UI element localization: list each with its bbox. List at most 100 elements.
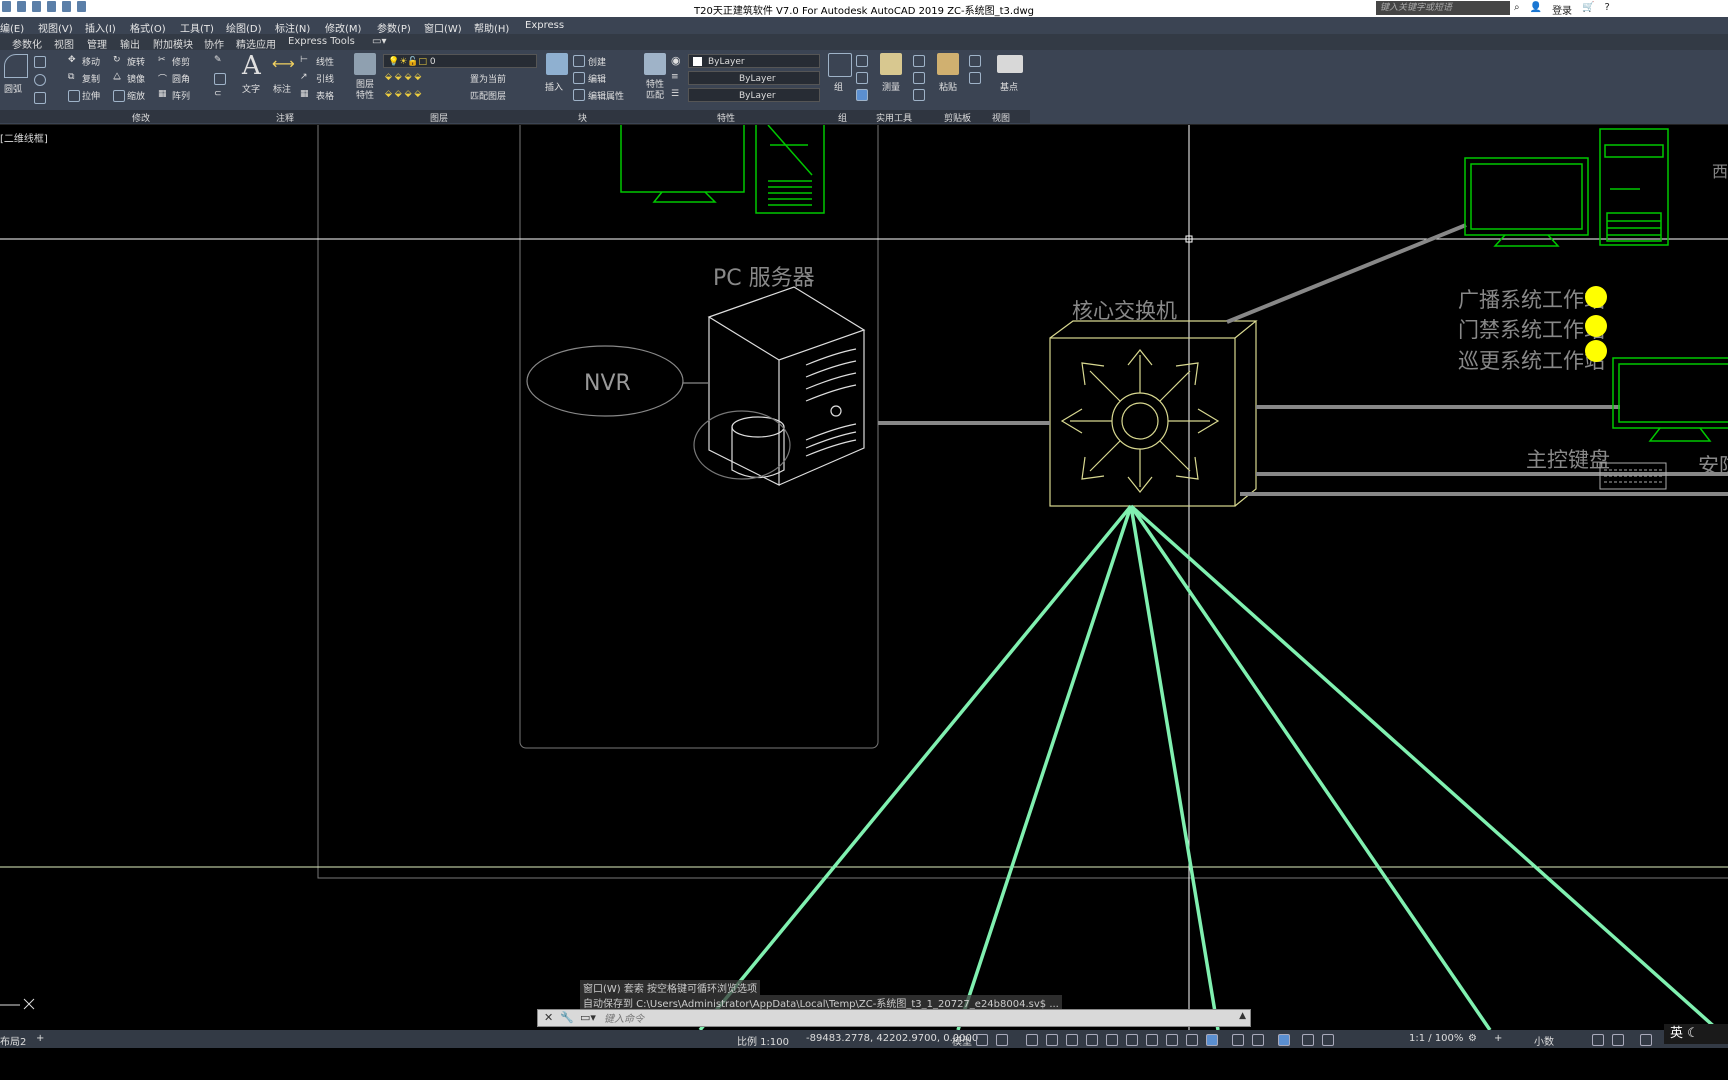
tab-parametric[interactable]: 参数化	[12, 36, 42, 51]
join-icon[interactable]: ⊂	[214, 89, 222, 99]
select-all-icon[interactable]	[913, 72, 925, 84]
annotation-scale[interactable]: 1:1 / 100%	[1409, 1033, 1463, 1044]
measure-button[interactable]: 测量	[882, 80, 900, 93]
leader-icon[interactable]: ↗	[300, 72, 308, 82]
settings-gear-icon[interactable]: ⚙	[1468, 1033, 1477, 1044]
base-point-icon[interactable]	[997, 55, 1023, 73]
menu-draw[interactable]: 绘图(D)	[226, 20, 262, 35]
layer-properties-icon[interactable]	[354, 53, 376, 75]
menu-insert[interactable]: 插入(I)	[85, 20, 116, 35]
ungroup-icon[interactable]	[856, 55, 868, 67]
annotation-visibility-icon[interactable]	[1302, 1034, 1314, 1046]
scale-display[interactable]: 比例 1:100	[737, 1033, 789, 1048]
panel-annotation[interactable]: 注释	[276, 111, 294, 124]
menu-modify[interactable]: 修改(M)	[325, 20, 361, 35]
plus-icon[interactable]: +	[1494, 1033, 1502, 1044]
units-display[interactable]: 小数	[1534, 1033, 1554, 1048]
panel-modify[interactable]: 修改	[132, 111, 150, 124]
layer-tools-2-icon[interactable]: ⬙ ⬙ ⬙ ⬙	[385, 89, 421, 99]
insert-block-icon[interactable]	[546, 53, 568, 75]
stretch-button[interactable]: 拉伸	[82, 89, 100, 102]
stretch-icon[interactable]	[68, 90, 80, 102]
isolate-icon[interactable]	[1612, 1034, 1624, 1046]
copy-icon[interactable]: ⧉	[68, 72, 74, 82]
layer-tools-icon[interactable]: ⬙ ⬙ ⬙ ⬙	[385, 72, 421, 82]
gizmo-icon[interactable]	[1278, 1034, 1290, 1046]
leader-button[interactable]: 引线	[316, 72, 334, 85]
dimension-button[interactable]: 标注	[273, 82, 291, 95]
panel-utilities[interactable]: 实用工具	[876, 111, 912, 124]
menu-help[interactable]: 帮助(H)	[474, 20, 509, 35]
mirror-button[interactable]: 镜像	[127, 72, 145, 85]
modify-move-icon[interactable]: ✥	[68, 55, 76, 65]
color-dropdown[interactable]: ByLayer	[688, 54, 820, 68]
color-wheel-icon[interactable]: ◉	[671, 54, 681, 67]
tab-express-tools[interactable]: Express Tools	[288, 36, 355, 47]
mirror-icon[interactable]: ⧋	[113, 72, 121, 82]
match-properties-icon[interactable]	[644, 53, 666, 75]
drawing-canvas[interactable]: [二维线框] PC 服务器 NVR 核心交换机 西 广播系统工作站 门禁系统工作…	[0, 125, 1728, 1030]
add-layout-icon[interactable]: +	[36, 1033, 44, 1044]
history-up-icon[interactable]: ▲	[1239, 1011, 1246, 1021]
panel-clipboard[interactable]: 剪贴板	[944, 111, 971, 124]
tab-output[interactable]: 输出	[120, 36, 140, 51]
fillet-button[interactable]: 圆角	[172, 72, 190, 85]
array-icon[interactable]: ▦	[158, 89, 167, 99]
menu-tools[interactable]: 工具(T)	[180, 20, 214, 35]
ortho-icon[interactable]	[1046, 1034, 1058, 1046]
isodraft-icon[interactable]	[1086, 1034, 1098, 1046]
tab-manage[interactable]: 管理	[87, 36, 107, 51]
create-block-icon[interactable]	[573, 55, 585, 67]
rectangle-icon[interactable]	[34, 56, 46, 68]
lineweight-icon[interactable]: ☰	[671, 89, 679, 99]
calculator-icon[interactable]	[913, 89, 925, 101]
text-button[interactable]: 文字	[242, 82, 260, 95]
panel-layers[interactable]: 图层	[430, 111, 448, 124]
move-button[interactable]: 移动	[82, 55, 100, 68]
match-layer-button[interactable]: 匹配图层	[470, 89, 506, 102]
linetype-icon[interactable]: ≡	[671, 72, 679, 82]
wrench-icon[interactable]: 🔧	[560, 1011, 574, 1024]
trim-icon[interactable]: ✂	[158, 55, 166, 65]
object-track-icon[interactable]	[1106, 1034, 1118, 1046]
layout-tab[interactable]: 布局2	[0, 1033, 26, 1048]
arc-label[interactable]: 圆弧	[4, 82, 22, 95]
layer-dropdown[interactable]: 💡☀🔓□ 0	[383, 54, 537, 68]
3d-osnap-icon[interactable]	[1206, 1034, 1218, 1046]
selection-filter-icon[interactable]	[1252, 1034, 1264, 1046]
linetype-dropdown[interactable]: ByLayer	[688, 71, 820, 85]
ellipse-icon[interactable]	[34, 74, 46, 86]
copy-button[interactable]: 复制	[82, 72, 100, 85]
scale-button[interactable]: 缩放	[127, 89, 145, 102]
menu-view[interactable]: 视图(V)	[38, 20, 73, 35]
command-line[interactable]: ✕ 🔧 ▭▾ ▲	[537, 1009, 1251, 1027]
create-block-button[interactable]: 创建	[588, 55, 606, 68]
menu-edit[interactable]: 编(E)	[0, 20, 24, 35]
menu-express[interactable]: Express	[525, 20, 564, 31]
rotate-icon[interactable]: ↻	[113, 55, 121, 65]
group-button[interactable]: 组	[834, 80, 843, 93]
group-icon[interactable]	[828, 53, 852, 77]
snap-icon[interactable]	[996, 1034, 1008, 1046]
edit-attributes-button[interactable]: 编辑属性	[588, 89, 624, 102]
panel-view[interactable]: 视图	[992, 111, 1010, 124]
linear-icon[interactable]: ⊢	[300, 55, 308, 65]
help-icon[interactable]: ?	[1605, 2, 1610, 17]
text-icon[interactable]: A	[242, 51, 261, 81]
lineweight-dropdown[interactable]: ByLayer	[688, 88, 820, 102]
quick-properties-icon[interactable]	[1592, 1034, 1604, 1046]
layer-properties-button[interactable]: 图层特性	[356, 80, 376, 102]
model-button[interactable]: 模型	[952, 1033, 972, 1048]
fillet-icon[interactable]: ⌒	[158, 72, 167, 85]
set-current-button[interactable]: 置为当前	[470, 72, 506, 85]
command-input[interactable]	[602, 1011, 1206, 1027]
tab-more-icon[interactable]: ▭▾	[372, 36, 386, 47]
menu-parametric[interactable]: 参数(P)	[377, 20, 411, 35]
offset-icon[interactable]	[214, 73, 226, 85]
panel-properties[interactable]: 特性	[717, 111, 735, 124]
dynamic-ucs-icon[interactable]	[1232, 1034, 1244, 1046]
grid-icon[interactable]	[976, 1034, 988, 1046]
tab-view[interactable]: 视图	[54, 36, 74, 51]
tab-addins[interactable]: 附加模块	[153, 36, 193, 51]
scale-icon[interactable]	[113, 90, 125, 102]
